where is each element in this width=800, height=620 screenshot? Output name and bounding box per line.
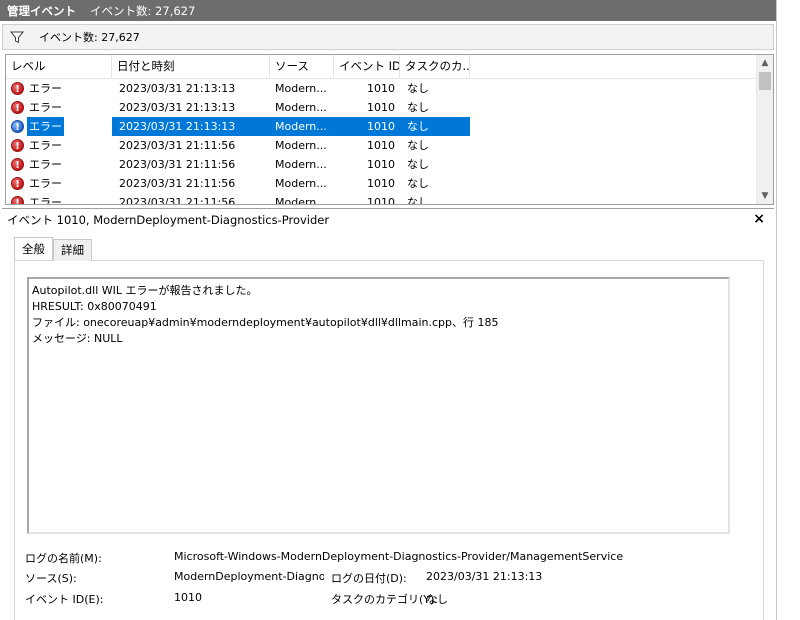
row-task: なし [407,158,429,171]
table-row[interactable]: ! エラー 2023/03/31 21:13:13 Modern... 1010 … [6,79,758,98]
event-id-value: 1010 [174,591,202,604]
error-icon: ! [11,82,24,95]
error-icon: ! [11,139,24,152]
tab-details[interactable]: 詳細 [53,239,92,261]
row-date: 2023/03/31 21:13:13 [119,82,236,95]
row-date: 2023/03/31 21:13:13 [119,101,236,114]
event-id-label: イベント ID(E): [25,593,104,606]
panel-title: 管理イベント [7,3,76,18]
row-source: Modern... [275,158,327,171]
row-level: エラー [29,196,62,205]
log-name-label: ログの名前(M): [25,552,102,565]
row-level: エラー [29,139,62,152]
row-date: 2023/03/31 21:11:56 [119,139,236,152]
error-icon: ! [11,196,24,204]
column-header-level[interactable]: レベル [6,55,112,79]
table-row[interactable]: ! エラー 2023/03/31 21:11:56 Modern... 1010 … [6,155,758,174]
description-line: HRESULT: 0x80070491 [32,300,157,313]
column-header-date[interactable]: 日付と時刻 [112,55,270,79]
row-level: エラー [29,177,62,190]
row-source: Modern... [275,196,327,205]
close-icon[interactable]: × [753,211,765,227]
logged-value: 2023/03/31 21:13:13 [426,570,543,583]
column-header-source[interactable]: ソース [270,55,334,79]
table-row[interactable]: ! エラー 2023/03/31 21:11:56 Modern... 1010 … [6,193,758,205]
logged-label: ログの日付(D): [331,572,407,585]
description-line: メッセージ: NULL [32,332,123,345]
panel-event-count: イベント数: 27,627 [90,3,196,18]
table-row[interactable]: ! エラー 2023/03/31 21:11:56 Modern... 1010 … [6,136,758,155]
row-event-id: 1010 [367,139,395,152]
row-source: Modern... [275,139,327,152]
table-row[interactable]: ! エラー 2023/03/31 21:11:56 Modern... 1010 … [6,174,758,193]
filter-bar: イベント数: 27,627 [2,24,774,50]
error-icon: ! [11,120,24,133]
filter-event-count: イベント数: 27,627 [39,31,140,44]
description-line: Autopilot.dll WIL エラーが報告されました。 [32,284,258,297]
scroll-down-arrow-icon[interactable]: ▼ [757,188,773,204]
table-row-selected[interactable]: ! エラー 2023/03/31 21:13:13 Modern... 1010 … [6,117,758,136]
row-source: Modern... [270,117,334,136]
row-level: エラー [29,101,62,114]
event-list-scrollbar[interactable]: ▲ ▼ [756,55,773,204]
row-event-id: 1010 [367,82,395,95]
task-category-value: なし [426,593,448,606]
row-date: 2023/03/31 21:11:56 [119,177,236,190]
row-date: 2023/03/31 21:11:56 [119,158,236,171]
row-event-id: 1010 [334,117,400,136]
row-date: 2023/03/31 21:13:13 [112,117,270,136]
row-event-id: 1010 [367,101,395,114]
row-event-id: 1010 [367,158,395,171]
row-event-id: 1010 [367,177,395,190]
panel-title-bar: 管理イベント イベント数: 27,627 [0,0,776,21]
filter-icon[interactable] [10,31,24,44]
table-row[interactable]: ! エラー 2023/03/31 21:13:13 Modern... 1010 … [6,98,758,117]
error-icon: ! [11,177,24,190]
row-source: Modern... [275,101,327,114]
row-level: エラー [27,117,64,136]
description-line: ファイル: onecoreuap¥admin¥moderndeployment¥… [32,316,499,329]
column-header-event-id[interactable]: イベント ID [334,55,400,79]
source-label: ソース(S): [25,572,77,585]
row-task: なし [407,82,429,95]
scroll-up-arrow-icon[interactable]: ▲ [757,55,773,71]
row-task: なし [407,101,429,114]
scrollbar-thumb[interactable] [759,72,771,90]
row-level: エラー [29,158,62,171]
row-task: なし [407,196,429,205]
row-task: なし [407,139,429,152]
column-header-task[interactable]: タスクのカ... [400,55,470,79]
row-source: Modern... [275,82,327,95]
source-value: ModernDeployment-Diagnost [174,570,324,583]
event-rows: ! エラー 2023/03/31 21:13:13 Modern... 1010 … [6,79,758,205]
event-list-header: レベル 日付と時刻 ソース イベント ID タスクのカ... [6,55,758,79]
row-task: なし [400,117,470,136]
row-level: エラー [29,82,62,95]
tab-general[interactable]: 全般 [14,237,53,260]
row-source: Modern... [275,177,327,190]
detail-tabs: 全般 詳細 [14,237,92,261]
event-detail-header: イベント 1010, ModernDeployment-Diagnostics-… [2,208,774,230]
event-description[interactable]: Autopilot.dll WIL エラーが報告されました。 HRESULT: … [27,277,730,534]
task-category-label: タスクのカテゴリ(Y): [331,593,439,606]
error-icon: ! [11,158,24,171]
row-task: なし [407,177,429,190]
error-icon: ! [11,101,24,114]
event-list[interactable]: レベル 日付と時刻 ソース イベント ID タスクのカ... ! エラー 2023… [5,54,774,205]
row-event-id: 1010 [367,196,395,205]
log-name-value: Microsoft-Windows-ModernDeployment-Diagn… [174,550,624,563]
pane-divider [776,0,777,620]
row-date: 2023/03/31 21:11:56 [119,196,236,205]
event-detail-title: イベント 1010, ModernDeployment-Diagnostics-… [7,212,330,227]
